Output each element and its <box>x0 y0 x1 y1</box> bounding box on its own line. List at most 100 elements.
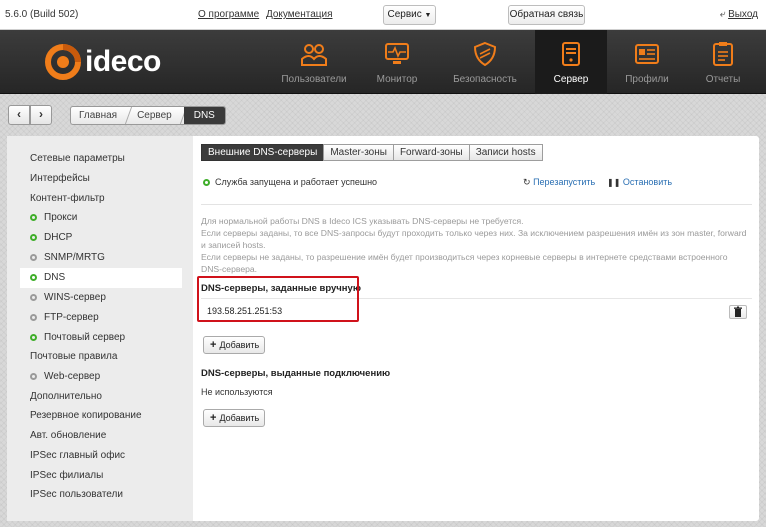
delete-dns-button[interactable] <box>729 305 747 319</box>
breadcrumb-home[interactable]: Главная <box>71 107 129 124</box>
sidebar-item-wins[interactable]: WINS-сервер <box>7 288 181 308</box>
refresh-icon: ↻ <box>523 177 531 187</box>
nav-monitor-label: Монитор <box>376 74 418 85</box>
sidebar-item-mail-rules[interactable]: Почтовые правила <box>7 347 181 367</box>
tab-external-dns[interactable]: Внешние DNS-серверы <box>201 144 325 161</box>
info-line: Если серверы заданы, то все DNS-запросы … <box>201 228 747 238</box>
status-grey-icon <box>30 313 37 321</box>
nav-server-label: Сервер <box>553 74 589 85</box>
tab-master-zones[interactable]: Master-зоны <box>323 144 394 161</box>
docs-link[interactable]: Документация <box>266 9 333 20</box>
status-green-icon <box>30 333 37 341</box>
status-grey-icon <box>30 372 37 380</box>
breadcrumb: Главная Сервер DNS <box>70 106 226 125</box>
sidebar-item-label: Дополнительно <box>30 391 102 402</box>
status-green-icon <box>30 233 37 241</box>
sidebar-item-label: IPSec филиалы <box>30 470 104 481</box>
status-grey-icon <box>30 253 37 261</box>
plus-icon: + <box>210 339 217 351</box>
sidebar-item-label: Прокси <box>44 212 78 223</box>
sidebar-item-label: Почтовый сервер <box>44 332 126 343</box>
breadcrumb-server[interactable]: Сервер <box>129 107 184 124</box>
exit-link-label: Выход <box>728 9 758 20</box>
sidebar-item-ftp[interactable]: FTP-сервер <box>7 308 181 328</box>
main-panel: Сетевые параметры Интерфейсы Контент-фил… <box>7 136 759 521</box>
sidebar-item-label: Сетевые параметры <box>30 153 125 164</box>
sidebar-item-snmp[interactable]: SNMP/MRTG <box>7 248 181 268</box>
sidebar: Сетевые параметры Интерфейсы Контент-фил… <box>7 136 193 521</box>
shield-icon <box>473 41 497 67</box>
nav-security-label: Безопасность <box>453 74 517 85</box>
sidebar-item-backup[interactable]: Резервное копирование <box>7 406 181 426</box>
nav-monitor[interactable]: Монитор <box>362 30 432 94</box>
feedback-button[interactable]: Обратная связь <box>508 5 585 25</box>
sidebar-item-interfaces[interactable]: Интерфейсы <box>7 169 181 189</box>
ideco-logo[interactable]: ideco <box>45 42 185 82</box>
top-bar: 5.6.0 (Build 502) О программе Документац… <box>0 0 766 30</box>
nav-profiles[interactable]: Профили <box>612 30 682 94</box>
stop-link-label: Остановить <box>622 177 673 187</box>
info-line: Для нормальной работы DNS в Ideco ICS ук… <box>201 216 524 226</box>
nav-security[interactable]: Безопасность <box>440 30 530 94</box>
tab-hosts-records[interactable]: Записи hosts <box>468 144 543 161</box>
add-button-label: Добавить <box>219 340 260 350</box>
sidebar-item-advanced[interactable]: Дополнительно <box>7 387 181 407</box>
sidebar-item-label: Web-сервер <box>44 371 101 382</box>
chevron-left-icon: ‹ <box>17 107 21 121</box>
server-icon <box>562 42 580 66</box>
add-issued-dns-button[interactable]: + Добавить <box>203 409 265 427</box>
users-icon <box>301 44 327 66</box>
sidebar-item-ipsec-users[interactable]: IPSec пользователи <box>7 485 181 505</box>
nav-users[interactable]: Пользователи <box>268 30 360 94</box>
exit-link[interactable]: ⤶ Выход <box>720 9 758 20</box>
sidebar-item-label: Резервное копирование <box>30 410 142 421</box>
service-status-text: Служба запущена и работает успешно <box>215 177 378 187</box>
nav-server[interactable]: Сервер <box>535 30 607 94</box>
info-line: Если серверы не заданы, то разрешение им… <box>201 252 728 262</box>
sidebar-item-web-server[interactable]: Web-сервер <box>7 367 181 387</box>
add-manual-dns-button[interactable]: + Добавить <box>203 336 265 354</box>
service-status: Служба запущена и работает успешно <box>203 177 377 187</box>
service-button[interactable]: Сервис ▼ <box>383 5 436 25</box>
status-grey-icon <box>30 293 37 301</box>
logo-text: ideco <box>85 45 161 78</box>
main-header: ideco Пользователи Монитор Безопасность <box>0 30 766 94</box>
sidebar-item-label: SNMP/MRTG <box>44 252 105 263</box>
sidebar-item-label: Почтовые правила <box>30 351 118 362</box>
status-green-icon <box>30 273 37 281</box>
sidebar-item-proxy[interactable]: Прокси <box>7 208 181 228</box>
top-links: О программе Документация <box>198 9 337 20</box>
feedback-button-label: Обратная связь <box>509 9 584 20</box>
stop-link[interactable]: ❚❚ Остановить <box>607 177 672 187</box>
sidebar-item-dns[interactable]: DNS <box>20 268 182 288</box>
sidebar-item-label: Авт. обновление <box>30 430 107 441</box>
about-link[interactable]: О программе <box>198 9 259 20</box>
nav-reports[interactable]: Отчеты <box>688 30 758 94</box>
sidebar-item-dhcp[interactable]: DHCP <box>7 228 181 248</box>
tab-forward-zones[interactable]: Forward-зоны <box>392 144 470 161</box>
reports-icon <box>713 42 733 66</box>
nav-reports-label: Отчеты <box>705 74 741 85</box>
sidebar-item-label: Интерфейсы <box>30 173 90 184</box>
sidebar-item-auto-update[interactable]: Авт. обновление <box>7 426 181 446</box>
divider <box>201 204 752 205</box>
forward-button[interactable]: › <box>30 105 52 125</box>
info-line: DNS-сервера. <box>201 264 258 274</box>
sidebar-item-label: IPSec пользователи <box>30 489 123 500</box>
version-label: 5.6.0 (Build 502) <box>5 9 79 20</box>
service-button-label: Сервис <box>387 9 422 20</box>
issued-dns-title: DNS-серверы, выданные подключению <box>201 368 391 379</box>
add-button-label: Добавить <box>219 413 260 423</box>
sidebar-item-ipsec-main[interactable]: IPSec главный офис <box>7 446 181 466</box>
sidebar-item-content-filter[interactable]: Контент-фильтр <box>7 189 181 209</box>
sidebar-item-ipsec-branches[interactable]: IPSec филиалы <box>7 466 181 486</box>
trash-icon <box>734 306 742 317</box>
sidebar-item-mail-server[interactable]: Почтовый сервер <box>7 328 181 348</box>
sidebar-item-label: FTP-сервер <box>44 312 99 323</box>
restart-link[interactable]: ↻ Перезапустить <box>523 177 595 188</box>
breadcrumb-dns: DNS <box>183 107 225 124</box>
nav-profiles-label: Профили <box>625 74 669 85</box>
back-button[interactable]: ‹ <box>8 105 30 125</box>
sidebar-item-network[interactable]: Сетевые параметры <box>7 149 181 169</box>
highlight-box <box>197 276 359 322</box>
